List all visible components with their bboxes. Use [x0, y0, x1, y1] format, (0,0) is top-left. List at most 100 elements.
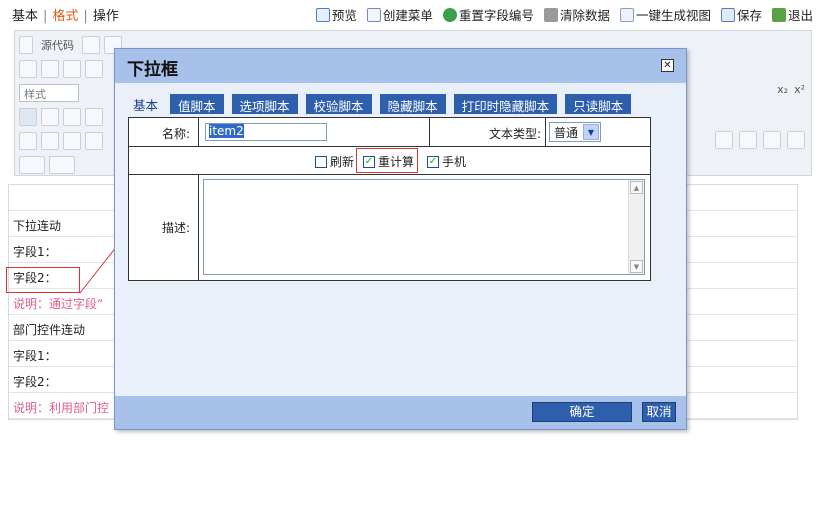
tab-print-hide-script[interactable]: 打印时隐藏脚本 — [453, 94, 558, 114]
form-divider — [429, 118, 430, 146]
text-type-select[interactable]: 普通 ▼ — [549, 122, 601, 142]
top-tabs: 基本 | 格式 | 操作 — [12, 5, 119, 24]
tab-hide-script[interactable]: 隐藏脚本 — [379, 94, 446, 114]
check-icon: ✓ — [427, 155, 439, 168]
style-select[interactable]: 样式 — [19, 84, 79, 102]
preview-label: 预览 — [331, 8, 357, 23]
radio-field-icon[interactable] — [41, 132, 59, 150]
name-input[interactable]: item2 — [205, 123, 327, 141]
toolbar-row-2 — [19, 59, 103, 79]
toolbar-right-row-5 — [715, 131, 805, 149]
form-row-options: 刷新 ✓ 重计算 ✓ 手机 — [129, 147, 650, 175]
text-color-icon[interactable] — [19, 156, 45, 174]
rule-icon[interactable] — [85, 60, 103, 78]
menu-create-icon — [366, 7, 381, 22]
text-type-label: 文本类型: — [488, 127, 541, 141]
toolbar-button[interactable] — [82, 36, 100, 54]
reset-field-number-button[interactable]: 重置字段编号 — [442, 5, 534, 24]
preview-button[interactable]: 预览 — [315, 5, 357, 24]
align-center-icon[interactable] — [41, 108, 59, 126]
ok-button[interactable]: 确定 — [532, 402, 632, 422]
refresh-checkbox[interactable]: 刷新 — [315, 153, 354, 170]
scroll-down-icon[interactable]: ▼ — [630, 260, 643, 273]
exit-label: 退出 — [787, 8, 813, 23]
dialog-form: 名称: item2 文本类型: 普通 ▼ 刷新 ✓ 重计算 ✓ 手机 描述: ▲… — [128, 117, 651, 281]
toolbar-row-3: 样式 — [19, 83, 79, 103]
flash-icon[interactable] — [41, 60, 59, 78]
chevron-down-icon: ▼ — [583, 124, 599, 140]
generate-view-label: 一键生成视图 — [635, 8, 711, 23]
generate-view-button[interactable]: 一键生成视图 — [619, 5, 711, 24]
description-label: 描述: — [129, 175, 199, 280]
tab-operation[interactable]: 操作 — [93, 9, 119, 24]
link-icon[interactable] — [739, 131, 757, 149]
tab-validate-script[interactable]: 校验脚本 — [305, 94, 372, 114]
tab-basic[interactable]: 基本 — [12, 9, 38, 24]
textarea-icon[interactable] — [85, 132, 103, 150]
checkbox-field-icon[interactable] — [19, 132, 37, 150]
tab-basic-settings[interactable]: 基本 — [129, 95, 162, 114]
toolbar-row-5 — [19, 131, 103, 151]
tab-separator: | — [83, 9, 88, 24]
dialog-footer: 确定 取消 — [115, 396, 686, 429]
dialog-header: 下拉框 ✕ — [115, 49, 686, 83]
close-icon[interactable]: ✕ — [661, 59, 674, 72]
align-justify-icon[interactable] — [85, 108, 103, 126]
name-label: 名称: — [129, 118, 199, 146]
text-type-value: 普通 — [554, 126, 579, 140]
subscript-icon[interactable]: x₂ — [777, 83, 788, 96]
mobile-label: 手机 — [442, 155, 467, 169]
tab-readonly-script[interactable]: 只读脚本 — [565, 94, 632, 114]
reset-field-number-label: 重置字段编号 — [458, 8, 534, 23]
smiley-icon[interactable] — [715, 131, 733, 149]
unlink-icon[interactable] — [763, 131, 781, 149]
refresh-label: 刷新 — [330, 155, 355, 169]
trash-icon — [543, 7, 558, 22]
form-divider — [545, 118, 546, 146]
tab-format[interactable]: 格式 — [52, 9, 78, 24]
tab-option-script[interactable]: 选项脚本 — [231, 94, 298, 114]
save-button[interactable]: 保存 — [720, 5, 762, 24]
form-row-description: 描述: ▲ ▼ — [129, 175, 650, 280]
checkbox-unchecked — [315, 155, 327, 168]
create-menu-button[interactable]: 创建菜单 — [366, 5, 433, 24]
clear-data-label: 清除数据 — [559, 8, 610, 23]
save-label: 保存 — [736, 8, 762, 23]
superscript-icon[interactable]: x² — [794, 83, 805, 96]
exit-button[interactable]: 退出 — [771, 5, 813, 24]
dropdown-dialog: 下拉框 ✕ 基本 值脚本 选项脚本 校验脚本 隐藏脚本 打印时隐藏脚本 只读脚本… — [114, 48, 687, 430]
textfield-icon[interactable] — [63, 132, 81, 150]
source-button[interactable]: 源代码 — [37, 37, 78, 53]
textarea-scrollbar[interactable]: ▲ ▼ — [628, 180, 644, 274]
align-right-icon[interactable] — [63, 108, 81, 126]
top-actions: 预览 创建菜单 重置字段编号 清除数据 一键生成视图 保存 退出 — [315, 5, 813, 24]
reset-icon — [442, 7, 457, 22]
clear-data-button[interactable]: 清除数据 — [543, 5, 610, 24]
tab-separator: | — [43, 9, 48, 24]
dialog-tabs: 基本 值脚本 选项脚本 校验脚本 隐藏脚本 打印时隐藏脚本 只读脚本 — [129, 94, 632, 114]
source-icon — [19, 36, 33, 54]
form-row-name: 名称: item2 文本类型: 普通 ▼ — [129, 118, 650, 147]
recalculate-highlight-box — [356, 148, 418, 173]
bg-color-icon[interactable] — [49, 156, 75, 174]
toolbar-row-1: 源代码 — [19, 35, 122, 55]
anchor-icon[interactable] — [787, 131, 805, 149]
toolbar-row-4 — [19, 107, 103, 127]
page: 基本 | 格式 | 操作 预览 创建菜单 重置字段编号 清除数据 一键生成视图 保存 退… — [0, 0, 821, 524]
description-textarea[interactable]: ▲ ▼ — [203, 179, 645, 275]
top-bar: 基本 | 格式 | 操作 预览 创建菜单 重置字段编号 清除数据 一键生成视图 保存 退… — [0, 0, 821, 28]
table-icon[interactable] — [63, 60, 81, 78]
create-menu-label: 创建菜单 — [382, 8, 433, 23]
toolbar-right-row-3: x₂ x² — [777, 83, 805, 96]
toolbar-row-6 — [19, 155, 75, 175]
align-left-icon[interactable] — [19, 108, 37, 126]
exit-icon — [771, 7, 786, 22]
scroll-up-icon[interactable]: ▲ — [630, 181, 643, 194]
image-icon[interactable] — [19, 60, 37, 78]
cancel-button[interactable]: 取消 — [642, 402, 676, 422]
mobile-checkbox[interactable]: ✓ 手机 — [427, 153, 466, 170]
field-highlight-box — [6, 267, 80, 293]
preview-icon — [315, 7, 330, 22]
view-generate-icon — [619, 7, 634, 22]
tab-value-script[interactable]: 值脚本 — [170, 94, 224, 114]
